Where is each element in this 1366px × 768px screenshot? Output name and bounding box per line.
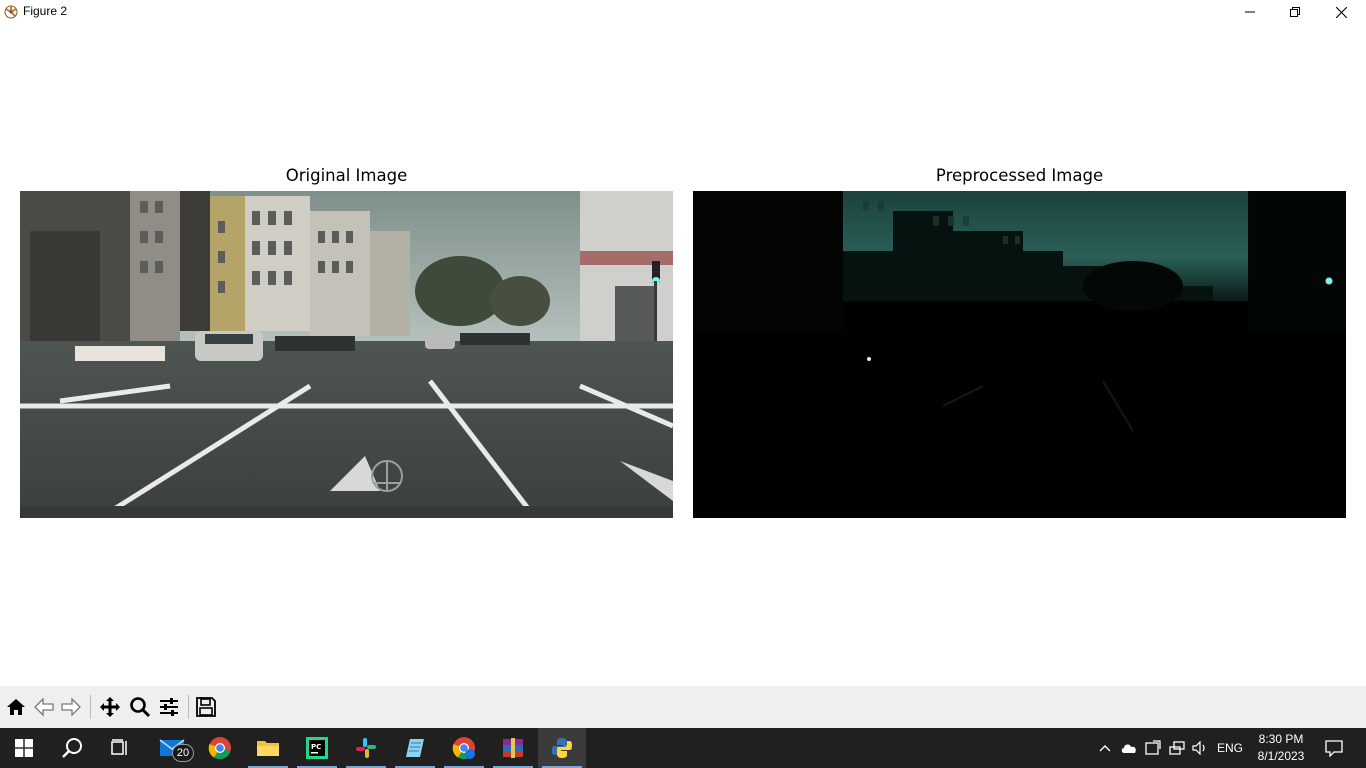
python-icon [552,738,572,758]
close-button[interactable] [1318,0,1364,24]
home-icon [7,699,25,715]
forward-button[interactable] [58,694,84,720]
winrar-icon [503,738,523,758]
original-image[interactable] [20,191,673,518]
configure-subplots-button[interactable] [156,694,182,720]
preprocessed-street-image [693,191,1346,518]
security-icon [1145,740,1161,755]
home-button[interactable] [3,694,29,720]
svg-text:PC: PC [311,743,321,751]
file-explorer-app[interactable] [244,728,292,768]
restore-button[interactable] [1272,0,1318,24]
window-title: Figure 2 [23,4,68,18]
slack-app[interactable] [342,728,390,768]
task-view-button[interactable] [96,728,144,768]
notifications-icon [1325,739,1343,757]
save-button[interactable] [193,694,219,720]
matplotlib-app-icon [4,5,18,19]
volume-icon [1192,741,1205,755]
start-button[interactable] [0,728,48,768]
street-scene-image [20,191,673,518]
chrome-app[interactable] [196,728,244,768]
back-arrow-icon [34,697,54,717]
notepad-app[interactable] [391,728,439,768]
clock-time: 8:30 PM [1258,732,1304,746]
search-icon [62,738,82,758]
winrar-app[interactable] [489,728,537,768]
python-app[interactable] [538,728,586,768]
clock[interactable]: 8:30 PM 8/1/2023 [1244,731,1318,765]
back-button[interactable] [31,694,57,720]
network-icon [1169,741,1185,755]
slack-icon [356,738,376,758]
zoom-icon [130,697,151,718]
search-button[interactable] [48,728,96,768]
windows-taskbar: PC ENG 8:30 PM 8/1/2023 [0,728,1366,768]
pycharm-icon: PC [306,737,328,759]
clock-date: 8/1/2023 [1257,749,1305,763]
network-button[interactable] [1167,728,1187,768]
pan-button[interactable] [97,694,123,720]
zoom-button[interactable] [127,694,153,720]
pycharm-app[interactable]: PC [293,728,341,768]
mail-unread-badge: 20 [172,744,194,762]
preprocessed-image[interactable] [693,191,1346,518]
toolbar-separator [188,695,189,719]
figure-canvas[interactable]: Original Image Preprocessed Image [0,24,1366,686]
minimize-button[interactable] [1227,0,1273,24]
language-indicator[interactable]: ENG [1213,728,1247,768]
volume-button[interactable] [1190,728,1210,768]
configure-subplots-icon [160,698,178,716]
restore-icon [1290,7,1300,17]
onedrive-button[interactable] [1119,728,1139,768]
chrome-profile-app[interactable] [440,728,488,768]
axes-title-preprocessed: Preprocessed Image [935,166,1104,185]
forward-arrow-icon [61,697,81,717]
axes-title-original: Original Image [285,166,408,185]
toolbar-separator [90,695,91,719]
matplotlib-window: Figure 2 Original Image Preprocessed Ima… [0,0,1366,728]
chrome-icon [208,737,231,760]
security-button[interactable] [1143,728,1163,768]
chevron-up-icon [1099,745,1111,752]
onedrive-cloud-icon [1121,744,1136,753]
file-explorer-icon [257,741,279,756]
save-icon [196,697,216,717]
title-bar[interactable]: Figure 2 [0,0,1366,24]
navigation-toolbar [0,686,1366,728]
show-hidden-icons-button[interactable] [1096,728,1114,768]
close-icon [1335,6,1347,18]
task-view-icon [111,739,127,755]
notifications-button[interactable] [1320,728,1348,768]
chrome-profile-icon [452,737,475,760]
notepad-icon [406,739,424,757]
minimize-icon [1245,11,1255,13]
windows-start-icon [15,739,33,757]
pan-icon [100,697,120,717]
